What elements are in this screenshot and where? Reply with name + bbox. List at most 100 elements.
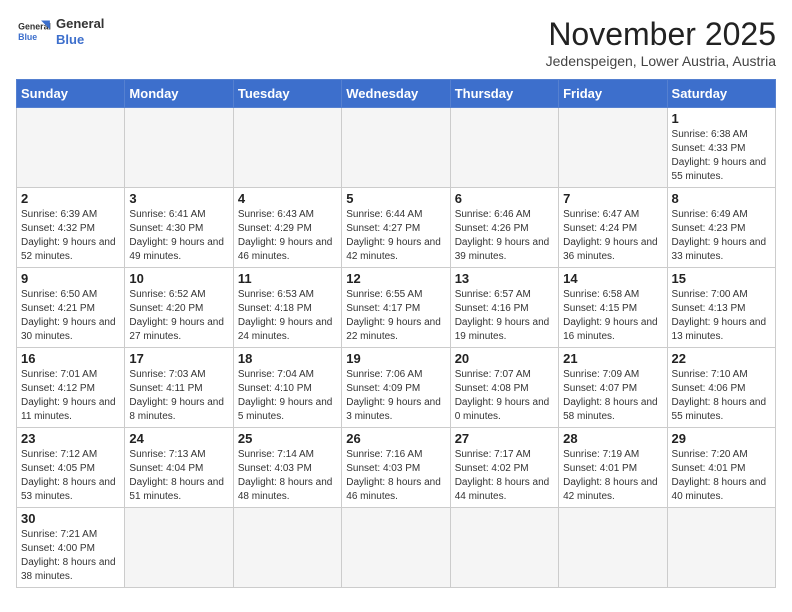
- day-info: Sunrise: 7:04 AMSunset: 4:10 PMDaylight:…: [238, 368, 337, 424]
- calendar-cell: 1Sunrise: 6:38 AMSunset: 4:33 PMDaylight…: [667, 108, 775, 188]
- calendar-cell: 29 Sunrise: 7:20 AMSunset: 4:01 PMDayligh…: [667, 428, 775, 508]
- calendar-cell: 11Sunrise: 6:53 AMSunset: 4:18 PMDayligh…: [233, 268, 341, 348]
- calendar-cell: [559, 108, 667, 188]
- day-info: Sunrise: 7:10 AMSunset: 4:06 PMDaylight:…: [672, 368, 771, 424]
- day-info: Sunrise: 7:13 AMSunset: 4:04 PMDaylight:…: [129, 448, 228, 504]
- calendar-cell: 9Sunrise: 6:50 AMSunset: 4:21 PMDaylight…: [17, 268, 125, 348]
- day-info: Sunrise: 6:55 AMSunset: 4:17 PMDaylight:…: [346, 288, 445, 344]
- day-number: 10: [129, 271, 228, 286]
- day-info: Sunrise: 6:38 AMSunset: 4:33 PMDaylight:…: [672, 128, 771, 184]
- calendar-cell: 21 Sunrise: 7:09 AMSunset: 4:07 PMDayligh…: [559, 348, 667, 428]
- calendar-cell: [342, 508, 450, 588]
- calendar-cell: [559, 508, 667, 588]
- svg-text:Blue: Blue: [18, 32, 37, 42]
- day-number: 30: [21, 511, 120, 526]
- calendar-cell: 4Sunrise: 6:43 AMSunset: 4:29 PMDaylight…: [233, 188, 341, 268]
- calendar-cell: 30 Sunrise: 7:21 AMSunset: 4:00 PMDayligh…: [17, 508, 125, 588]
- calendar-cell: 22 Sunrise: 7:10 AMSunset: 4:06 PMDayligh…: [667, 348, 775, 428]
- calendar-cell: 5 Sunrise: 6:44 AMSunset: 4:27 PMDaylight…: [342, 188, 450, 268]
- day-info: Sunrise: 6:41 AMSunset: 4:30 PMDaylight:…: [129, 208, 228, 264]
- day-info: Sunrise: 6:44 AMSunset: 4:27 PMDaylight:…: [346, 208, 445, 264]
- calendar-cell: 28 Sunrise: 7:19 AMSunset: 4:01 PMDayligh…: [559, 428, 667, 508]
- day-info: Sunrise: 7:03 AMSunset: 4:11 PMDaylight:…: [129, 368, 228, 424]
- day-number: 29: [672, 431, 771, 446]
- logo-icon: General Blue: [16, 17, 52, 47]
- calendar-cell: [233, 108, 341, 188]
- calendar-cell: [125, 108, 233, 188]
- day-info: Sunrise: 7:07 AMSunset: 4:08 PMDaylight:…: [455, 368, 554, 424]
- calendar-cell: [450, 508, 558, 588]
- calendar-cell: [667, 508, 775, 588]
- day-number: 13: [455, 271, 554, 286]
- weekday-header-saturday: Saturday: [667, 80, 775, 108]
- day-number: 21: [563, 351, 662, 366]
- calendar-cell: 24Sunrise: 7:13 AMSunset: 4:04 PMDayligh…: [125, 428, 233, 508]
- week-row-3: 9Sunrise: 6:50 AMSunset: 4:21 PMDaylight…: [17, 268, 776, 348]
- weekday-header-tuesday: Tuesday: [233, 80, 341, 108]
- day-info: Sunrise: 7:06 AMSunset: 4:09 PMDaylight:…: [346, 368, 445, 424]
- day-number: 18: [238, 351, 337, 366]
- calendar-cell: 3Sunrise: 6:41 AMSunset: 4:30 PMDaylight…: [125, 188, 233, 268]
- day-info: Sunrise: 7:20 AMSunset: 4:01 PMDaylight:…: [672, 448, 771, 504]
- calendar-cell: 17 Sunrise: 7:03 AMSunset: 4:11 PMDayligh…: [125, 348, 233, 428]
- calendar-cell: 25Sunrise: 7:14 AMSunset: 4:03 PMDayligh…: [233, 428, 341, 508]
- calendar-cell: [125, 508, 233, 588]
- weekday-header-monday: Monday: [125, 80, 233, 108]
- calendar-cell: [17, 108, 125, 188]
- weekday-header-friday: Friday: [559, 80, 667, 108]
- day-info: Sunrise: 7:19 AMSunset: 4:01 PMDaylight:…: [563, 448, 662, 504]
- day-info: Sunrise: 6:43 AMSunset: 4:29 PMDaylight:…: [238, 208, 337, 264]
- calendar-cell: 26Sunrise: 7:16 AMSunset: 4:03 PMDayligh…: [342, 428, 450, 508]
- day-info: Sunrise: 7:12 AMSunset: 4:05 PMDaylight:…: [21, 448, 120, 504]
- logo-general: General: [56, 16, 104, 31]
- day-number: 25: [238, 431, 337, 446]
- logo-blue: Blue: [56, 32, 84, 47]
- day-info: Sunrise: 6:47 AMSunset: 4:24 PMDaylight:…: [563, 208, 662, 264]
- week-row-5: 23 Sunrise: 7:12 AMSunset: 4:05 PMDayligh…: [17, 428, 776, 508]
- calendar-cell: 6Sunrise: 6:46 AMSunset: 4:26 PMDaylight…: [450, 188, 558, 268]
- day-info: Sunrise: 7:09 AMSunset: 4:07 PMDaylight:…: [563, 368, 662, 424]
- day-number: 20: [455, 351, 554, 366]
- day-info: Sunrise: 6:52 AMSunset: 4:20 PMDaylight:…: [129, 288, 228, 344]
- day-info: Sunrise: 6:50 AMSunset: 4:21 PMDaylight:…: [21, 288, 120, 344]
- day-info: Sunrise: 6:57 AMSunset: 4:16 PMDaylight:…: [455, 288, 554, 344]
- calendar-cell: 7Sunrise: 6:47 AMSunset: 4:24 PMDaylight…: [559, 188, 667, 268]
- weekday-row: SundayMondayTuesdayWednesdayThursdayFrid…: [17, 80, 776, 108]
- day-info: Sunrise: 6:53 AMSunset: 4:18 PMDaylight:…: [238, 288, 337, 344]
- day-number: 28: [563, 431, 662, 446]
- day-info: Sunrise: 7:01 AMSunset: 4:12 PMDaylight:…: [21, 368, 120, 424]
- weekday-header-wednesday: Wednesday: [342, 80, 450, 108]
- day-number: 15: [672, 271, 771, 286]
- week-row-4: 16Sunrise: 7:01 AMSunset: 4:12 PMDayligh…: [17, 348, 776, 428]
- day-number: 5: [346, 191, 445, 206]
- day-number: 23: [21, 431, 120, 446]
- calendar-body: 1Sunrise: 6:38 AMSunset: 4:33 PMDaylight…: [17, 108, 776, 588]
- day-number: 17: [129, 351, 228, 366]
- day-info: Sunrise: 6:39 AMSunset: 4:32 PMDaylight:…: [21, 208, 120, 264]
- calendar-cell: [342, 108, 450, 188]
- day-info: Sunrise: 7:16 AMSunset: 4:03 PMDaylight:…: [346, 448, 445, 504]
- calendar-cell: [233, 508, 341, 588]
- calendar-cell: 18 Sunrise: 7:04 AMSunset: 4:10 PMDayligh…: [233, 348, 341, 428]
- subtitle: Jedenspeigen, Lower Austria, Austria: [546, 53, 776, 69]
- day-number: 22: [672, 351, 771, 366]
- calendar-header: SundayMondayTuesdayWednesdayThursdayFrid…: [17, 80, 776, 108]
- week-row-6: 30 Sunrise: 7:21 AMSunset: 4:00 PMDayligh…: [17, 508, 776, 588]
- day-number: 8: [672, 191, 771, 206]
- day-info: Sunrise: 7:21 AMSunset: 4:00 PMDaylight:…: [21, 528, 120, 584]
- calendar-cell: 27Sunrise: 7:17 AMSunset: 4:02 PMDayligh…: [450, 428, 558, 508]
- calendar-cell: 15 Sunrise: 7:00 AMSunset: 4:13 PMDayligh…: [667, 268, 775, 348]
- calendar-cell: [450, 108, 558, 188]
- calendar-cell: 2 Sunrise: 6:39 AMSunset: 4:32 PMDaylight…: [17, 188, 125, 268]
- week-row-1: 1Sunrise: 6:38 AMSunset: 4:33 PMDaylight…: [17, 108, 776, 188]
- day-info: Sunrise: 6:49 AMSunset: 4:23 PMDaylight:…: [672, 208, 771, 264]
- day-number: 12: [346, 271, 445, 286]
- weekday-header-thursday: Thursday: [450, 80, 558, 108]
- logo: General Blue General Blue: [16, 16, 104, 47]
- day-number: 2: [21, 191, 120, 206]
- page-header: General Blue General Blue November 2025 …: [16, 16, 776, 69]
- day-info: Sunrise: 7:00 AMSunset: 4:13 PMDaylight:…: [672, 288, 771, 344]
- day-info: Sunrise: 6:58 AMSunset: 4:15 PMDaylight:…: [563, 288, 662, 344]
- day-number: 14: [563, 271, 662, 286]
- calendar-table: SundayMondayTuesdayWednesdayThursdayFrid…: [16, 79, 776, 588]
